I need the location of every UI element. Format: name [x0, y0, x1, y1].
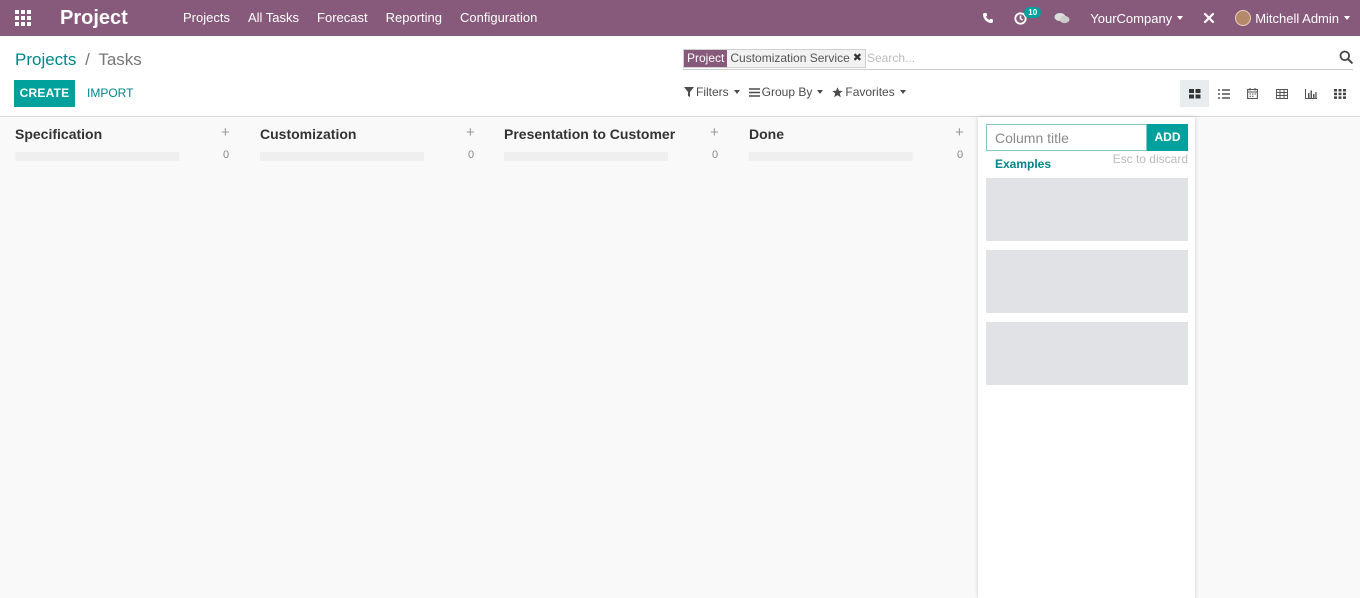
tools-icon[interactable]	[1193, 0, 1225, 36]
kanban-icon	[1188, 88, 1200, 98]
create-button[interactable]: CREATE	[14, 80, 75, 107]
star-icon	[832, 86, 844, 97]
kanban-column: Customization + 0	[245, 117, 481, 598]
bars-icon	[748, 87, 760, 97]
menu-item-all-tasks[interactable]: All Tasks	[239, 0, 308, 36]
apps-menu-icon[interactable]	[0, 0, 46, 36]
company-name: YourCompany	[1090, 10, 1173, 26]
facet-label: Project	[684, 50, 728, 67]
search-facet: Project Customization Service ✖	[683, 49, 866, 68]
column-progressbar	[260, 152, 424, 161]
column-quick-create: ADD Examples Esc to discard	[978, 117, 1195, 598]
bar-chart-icon	[1304, 88, 1317, 99]
column-count: 0	[223, 149, 230, 161]
chevron-down-icon	[1177, 16, 1184, 20]
list-view-button[interactable]	[1209, 80, 1238, 107]
chevron-down-icon	[733, 90, 740, 94]
search-icon[interactable]	[1339, 50, 1353, 66]
breadcrumb-separator: /	[85, 50, 90, 69]
kanban-column: Specification + 0	[0, 117, 236, 598]
facet-value: Customization Service	[727, 50, 853, 67]
menu-item-projects[interactable]: Projects	[174, 0, 239, 36]
favorites-label: Favorites	[845, 85, 895, 99]
top-navbar: Project Projects All Tasks Forecast Repo…	[0, 0, 1360, 36]
graph-view-button[interactable]	[1296, 80, 1325, 107]
menu-item-configuration[interactable]: Configuration	[451, 0, 546, 36]
control-panel: Projects / Tasks CREATE IMPORT Project C…	[0, 36, 1360, 117]
group-by-dropdown[interactable]: Group By	[748, 85, 824, 99]
group-by-label: Group By	[761, 85, 813, 99]
menu-item-forecast[interactable]: Forecast	[308, 0, 377, 36]
breadcrumb-projects-link[interactable]: Projects	[15, 50, 76, 69]
chat-icon[interactable]	[1044, 0, 1080, 36]
examples-link[interactable]: Examples	[995, 157, 1051, 171]
column-title[interactable]: Specification	[15, 126, 102, 142]
activity-view-button[interactable]	[1325, 80, 1354, 107]
column-count: 0	[957, 149, 964, 161]
quick-add-icon[interactable]: +	[955, 124, 964, 141]
column-count: 0	[712, 149, 719, 161]
main-menu: Projects All Tasks Forecast Reporting Co…	[174, 0, 546, 36]
column-title[interactable]: Customization	[260, 126, 356, 142]
avatar	[1235, 10, 1252, 26]
column-title-input[interactable]	[986, 124, 1147, 151]
import-button[interactable]: IMPORT	[80, 80, 140, 107]
systray: 10 YourCompany Mitchell Admin	[972, 0, 1360, 36]
facet-remove-icon[interactable]: ✖	[852, 50, 865, 67]
breadcrumb-current: Tasks	[98, 50, 142, 69]
column-progressbar	[504, 152, 668, 161]
kanban-column: Presentation to Customer + 0	[489, 117, 725, 598]
company-switcher[interactable]: YourCompany	[1080, 0, 1193, 36]
user-menu[interactable]: Mitchell Admin	[1225, 0, 1360, 36]
kanban-column: Done + 0	[734, 117, 970, 598]
ghost-card	[986, 322, 1188, 385]
view-switcher	[1180, 80, 1354, 107]
quick-add-icon[interactable]: +	[221, 124, 230, 141]
add-column-button[interactable]: ADD	[1147, 124, 1188, 151]
chevron-down-icon	[899, 90, 906, 94]
filters-dropdown[interactable]: Filters	[684, 85, 740, 99]
column-progressbar	[15, 152, 179, 161]
search-input[interactable]	[867, 51, 1267, 65]
activity-clock-icon[interactable]: 10	[1004, 0, 1044, 36]
search-options: Filters Group By Favorites	[684, 85, 915, 99]
grid-icon	[1333, 88, 1346, 99]
chevron-down-icon	[1344, 16, 1350, 20]
ghost-card	[986, 178, 1188, 241]
column-progressbar	[749, 152, 913, 161]
list-icon	[1217, 88, 1230, 99]
filter-icon	[684, 87, 694, 97]
kanban-board: Specification + 0 Customization + 0 Pres…	[0, 117, 1360, 598]
quick-add-icon[interactable]: +	[466, 124, 475, 141]
quick-add-icon[interactable]: +	[710, 124, 719, 141]
phone-icon[interactable]	[972, 0, 1004, 36]
user-name: Mitchell Admin	[1255, 10, 1339, 26]
chevron-down-icon	[817, 90, 824, 94]
app-title[interactable]: Project	[60, 7, 170, 30]
column-title[interactable]: Done	[749, 126, 784, 142]
search-bar: Project Customization Service ✖	[683, 48, 1353, 70]
pivot-view-button[interactable]	[1267, 80, 1296, 107]
calendar-view-button[interactable]	[1238, 80, 1267, 107]
menu-item-reporting[interactable]: Reporting	[377, 0, 451, 36]
breadcrumb: Projects / Tasks	[15, 50, 142, 70]
activity-badge: 10	[1024, 7, 1042, 18]
filters-label: Filters	[696, 85, 729, 99]
esc-hint: Esc to discard	[1112, 152, 1188, 166]
favorites-dropdown[interactable]: Favorites	[832, 85, 906, 99]
kanban-view-button[interactable]	[1180, 80, 1209, 107]
ghost-card	[986, 250, 1188, 313]
table-icon	[1275, 88, 1288, 99]
column-count: 0	[468, 149, 475, 161]
column-title[interactable]: Presentation to Customer	[504, 126, 675, 142]
calendar-icon	[1247, 88, 1258, 99]
